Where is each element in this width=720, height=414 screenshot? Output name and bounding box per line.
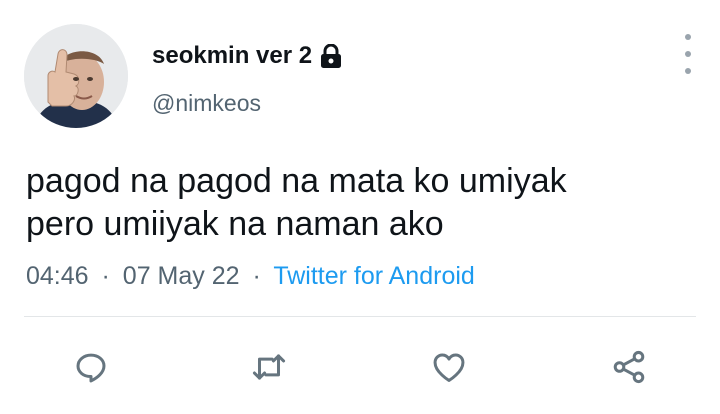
tweet-date[interactable]: 07 May 22 [123,262,240,290]
tweet-meta: 04:46 · 07 May 22 · Twitter for Android [26,262,475,291]
tweet-time[interactable]: 04:46 [26,262,89,290]
meta-separator: · [101,262,110,290]
share-button[interactable] [604,342,654,392]
display-name[interactable]: seokmin ver 2 [152,42,342,70]
divider [24,316,696,317]
retweet-icon [252,354,286,380]
profile-photo-icon [24,24,128,128]
like-button[interactable] [424,342,474,392]
like-icon [433,353,465,382]
share-icon [613,350,645,384]
meta-separator: · [252,262,261,290]
avatar[interactable] [24,24,128,128]
tweet-source-link[interactable]: Twitter for Android [273,262,474,290]
display-name-text: seokmin ver 2 [152,42,313,69]
tweet-text-line: pero umiiyak na naman ako [26,205,444,243]
reply-icon [76,353,106,383]
user-handle[interactable]: @nimkeos [152,90,261,117]
tweet-text: pagod na pagod na mata ko umiyak pero um… [26,160,696,246]
more-options-icon[interactable] [678,34,698,74]
action-bar [0,342,720,392]
tweet-text-line: pagod na pagod na mata ko umiyak [26,162,567,200]
lock-icon [320,43,342,68]
tweet-card: seokmin ver 2 @nimkeos pagod na pagod na… [0,0,720,414]
retweet-button[interactable] [244,342,294,392]
reply-button[interactable] [66,342,116,392]
